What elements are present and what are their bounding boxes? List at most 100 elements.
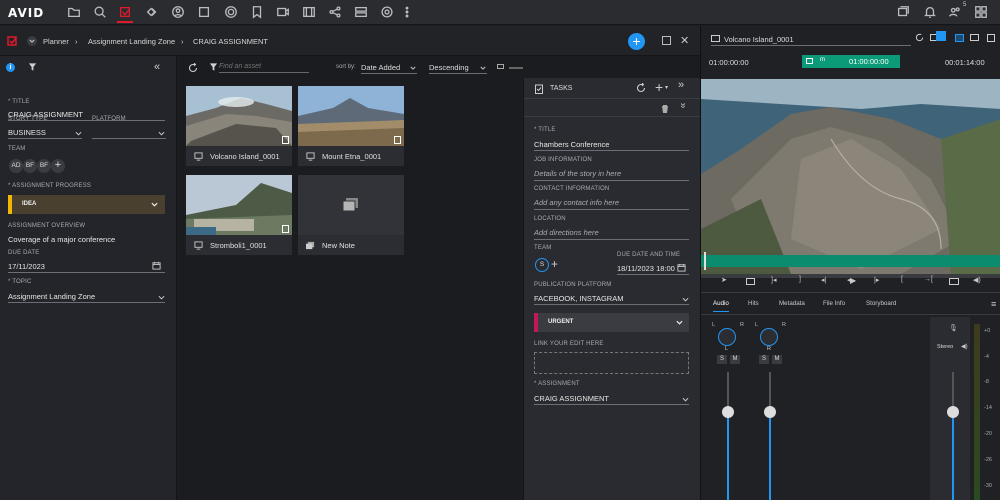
- in-point-icon[interactable]: [: [901, 276, 903, 283]
- refresh-icon[interactable]: [188, 63, 198, 73]
- locate-icon[interactable]: ➤: [721, 276, 727, 284]
- bell-icon[interactable]: [922, 4, 938, 20]
- menu-icon[interactable]: ≡: [991, 299, 996, 309]
- monitor-toggle-icon[interactable]: [746, 278, 755, 285]
- expand-right-icon[interactable]: »: [678, 79, 684, 91]
- folder-icon[interactable]: [66, 4, 82, 20]
- stop-icon[interactable]: [196, 4, 212, 20]
- job-info-field[interactable]: Details of the story in here: [534, 169, 621, 178]
- tab-storyboard[interactable]: Storyboard: [866, 300, 896, 307]
- people-icon[interactable]: [947, 4, 963, 20]
- task-title-field[interactable]: Chambers Conference: [534, 140, 609, 149]
- screen-icon[interactable]: [970, 34, 979, 41]
- add-team-member-button[interactable]: +: [51, 159, 65, 173]
- asset-search-input[interactable]: [219, 61, 309, 73]
- planner-icon[interactable]: [117, 2, 133, 23]
- fader-handle[interactable]: [764, 406, 776, 418]
- add-team-member-button[interactable]: +: [551, 257, 558, 271]
- calendar-icon[interactable]: [677, 263, 686, 272]
- fader-handle[interactable]: [722, 406, 734, 418]
- team-avatar[interactable]: BF: [37, 159, 51, 173]
- location-field[interactable]: Add directions here: [534, 228, 599, 237]
- asset-card[interactable]: Volcano Island_0001: [186, 86, 292, 166]
- chevron-down-icon[interactable]: [27, 36, 37, 46]
- collapse-left-icon[interactable]: «: [154, 61, 160, 73]
- share-icon[interactable]: [327, 4, 343, 20]
- contact-field[interactable]: Add any contact info here: [534, 198, 619, 207]
- step-forward-icon[interactable]: |▸: [874, 276, 879, 284]
- media-icon[interactable]: [275, 4, 291, 20]
- pan-knob[interactable]: [718, 328, 736, 346]
- timeline-bar[interactable]: [701, 255, 1000, 267]
- go-to-in-icon[interactable]: →[: [924, 276, 933, 283]
- priority-select[interactable]: URGENT: [534, 313, 689, 332]
- playhead[interactable]: [704, 252, 706, 270]
- film-icon[interactable]: [301, 4, 317, 20]
- chevron-down-icon[interactable]: ▾: [665, 84, 668, 91]
- mark-in-icon[interactable]: ]◂: [771, 276, 776, 284]
- calendar-icon[interactable]: [152, 261, 161, 270]
- chat-icon[interactable]: [895, 4, 911, 20]
- breadcrumb-planner[interactable]: Planner: [43, 37, 69, 46]
- play-icon[interactable]: ▶: [850, 276, 856, 285]
- team-avatar[interactable]: S: [535, 258, 549, 272]
- layout-icon[interactable]: [353, 4, 369, 20]
- search-icon[interactable]: [92, 4, 108, 20]
- overview-field[interactable]: Coverage of a major conference: [8, 235, 115, 244]
- due-date-field[interactable]: 17/11/2023: [8, 262, 45, 271]
- audio-icon[interactable]: ◀): [973, 276, 981, 284]
- add-task-button[interactable]: +: [655, 79, 663, 95]
- user-icon[interactable]: [170, 4, 186, 20]
- solo-button[interactable]: S: [759, 355, 769, 364]
- grid-icon[interactable]: [973, 4, 989, 20]
- asset-card[interactable]: Mount Etna_0001: [298, 86, 404, 166]
- sort-select[interactable]: Date Added: [361, 63, 400, 72]
- bookmark-icon[interactable]: [249, 4, 265, 20]
- link-edit-dropzone[interactable]: [534, 352, 689, 374]
- team-avatar[interactable]: AD: [9, 159, 23, 173]
- mute-button[interactable]: M: [772, 355, 782, 364]
- mark-out-icon[interactable]: ]: [799, 276, 801, 283]
- refresh-icon[interactable]: [636, 83, 646, 93]
- fullscreen-icon[interactable]: [949, 278, 959, 285]
- info-icon[interactable]: i: [6, 63, 15, 72]
- settings-icon[interactable]: [379, 4, 395, 20]
- layout-icon[interactable]: [936, 31, 946, 41]
- more-icon[interactable]: [399, 4, 415, 20]
- step-back-icon[interactable]: ◂|: [821, 276, 826, 284]
- tab-hits[interactable]: Hits: [748, 300, 759, 307]
- tab-file-info[interactable]: File Info: [823, 300, 845, 307]
- disc-icon[interactable]: [223, 4, 239, 20]
- pan-knob[interactable]: [760, 328, 778, 346]
- team-avatar[interactable]: BF: [23, 159, 37, 173]
- small-thumb-icon[interactable]: [497, 64, 504, 69]
- assignment-select[interactable]: CRAIG ASSIGNMENT: [534, 394, 609, 403]
- speaker-icon[interactable]: ◀): [961, 343, 968, 350]
- tab-audio[interactable]: Audio: [713, 300, 729, 312]
- progress-select[interactable]: IDEA: [8, 195, 165, 214]
- order-select[interactable]: Descending: [429, 63, 469, 72]
- video-frame[interactable]: [701, 79, 1000, 274]
- asset-card[interactable]: New Note: [298, 175, 404, 255]
- collapse-panel-icon[interactable]: [662, 36, 671, 45]
- view-icon[interactable]: [955, 34, 964, 42]
- solo-button[interactable]: S: [717, 355, 727, 364]
- filter-icon[interactable]: [209, 62, 218, 72]
- topic-select[interactable]: Assignment Landing Zone: [8, 292, 95, 301]
- close-icon[interactable]: ✕: [680, 34, 689, 47]
- timecode-center-box[interactable]: m 01:00:00:00: [802, 55, 900, 68]
- mute-button[interactable]: M: [730, 355, 740, 364]
- trash-icon[interactable]: [661, 104, 669, 113]
- story-type-select[interactable]: BUSINESS: [8, 128, 46, 137]
- fader-handle[interactable]: [947, 406, 959, 418]
- tab-metadata[interactable]: Metadata: [779, 300, 805, 307]
- due-date-time-field[interactable]: 18/11/2023 18:00: [617, 264, 675, 273]
- breadcrumb-landing-zone[interactable]: Assignment Landing Zone: [88, 37, 175, 46]
- asset-card[interactable]: Stromboli1_0001: [186, 175, 292, 255]
- links-icon[interactable]: [144, 4, 160, 20]
- publication-platform-select[interactable]: FACEBOOK, INSTAGRAM: [534, 294, 623, 303]
- filter-icon[interactable]: [28, 62, 37, 72]
- collapse-icon[interactable]: »: [677, 103, 688, 109]
- refresh-icon[interactable]: [915, 33, 924, 42]
- expand-icon[interactable]: [987, 34, 995, 42]
